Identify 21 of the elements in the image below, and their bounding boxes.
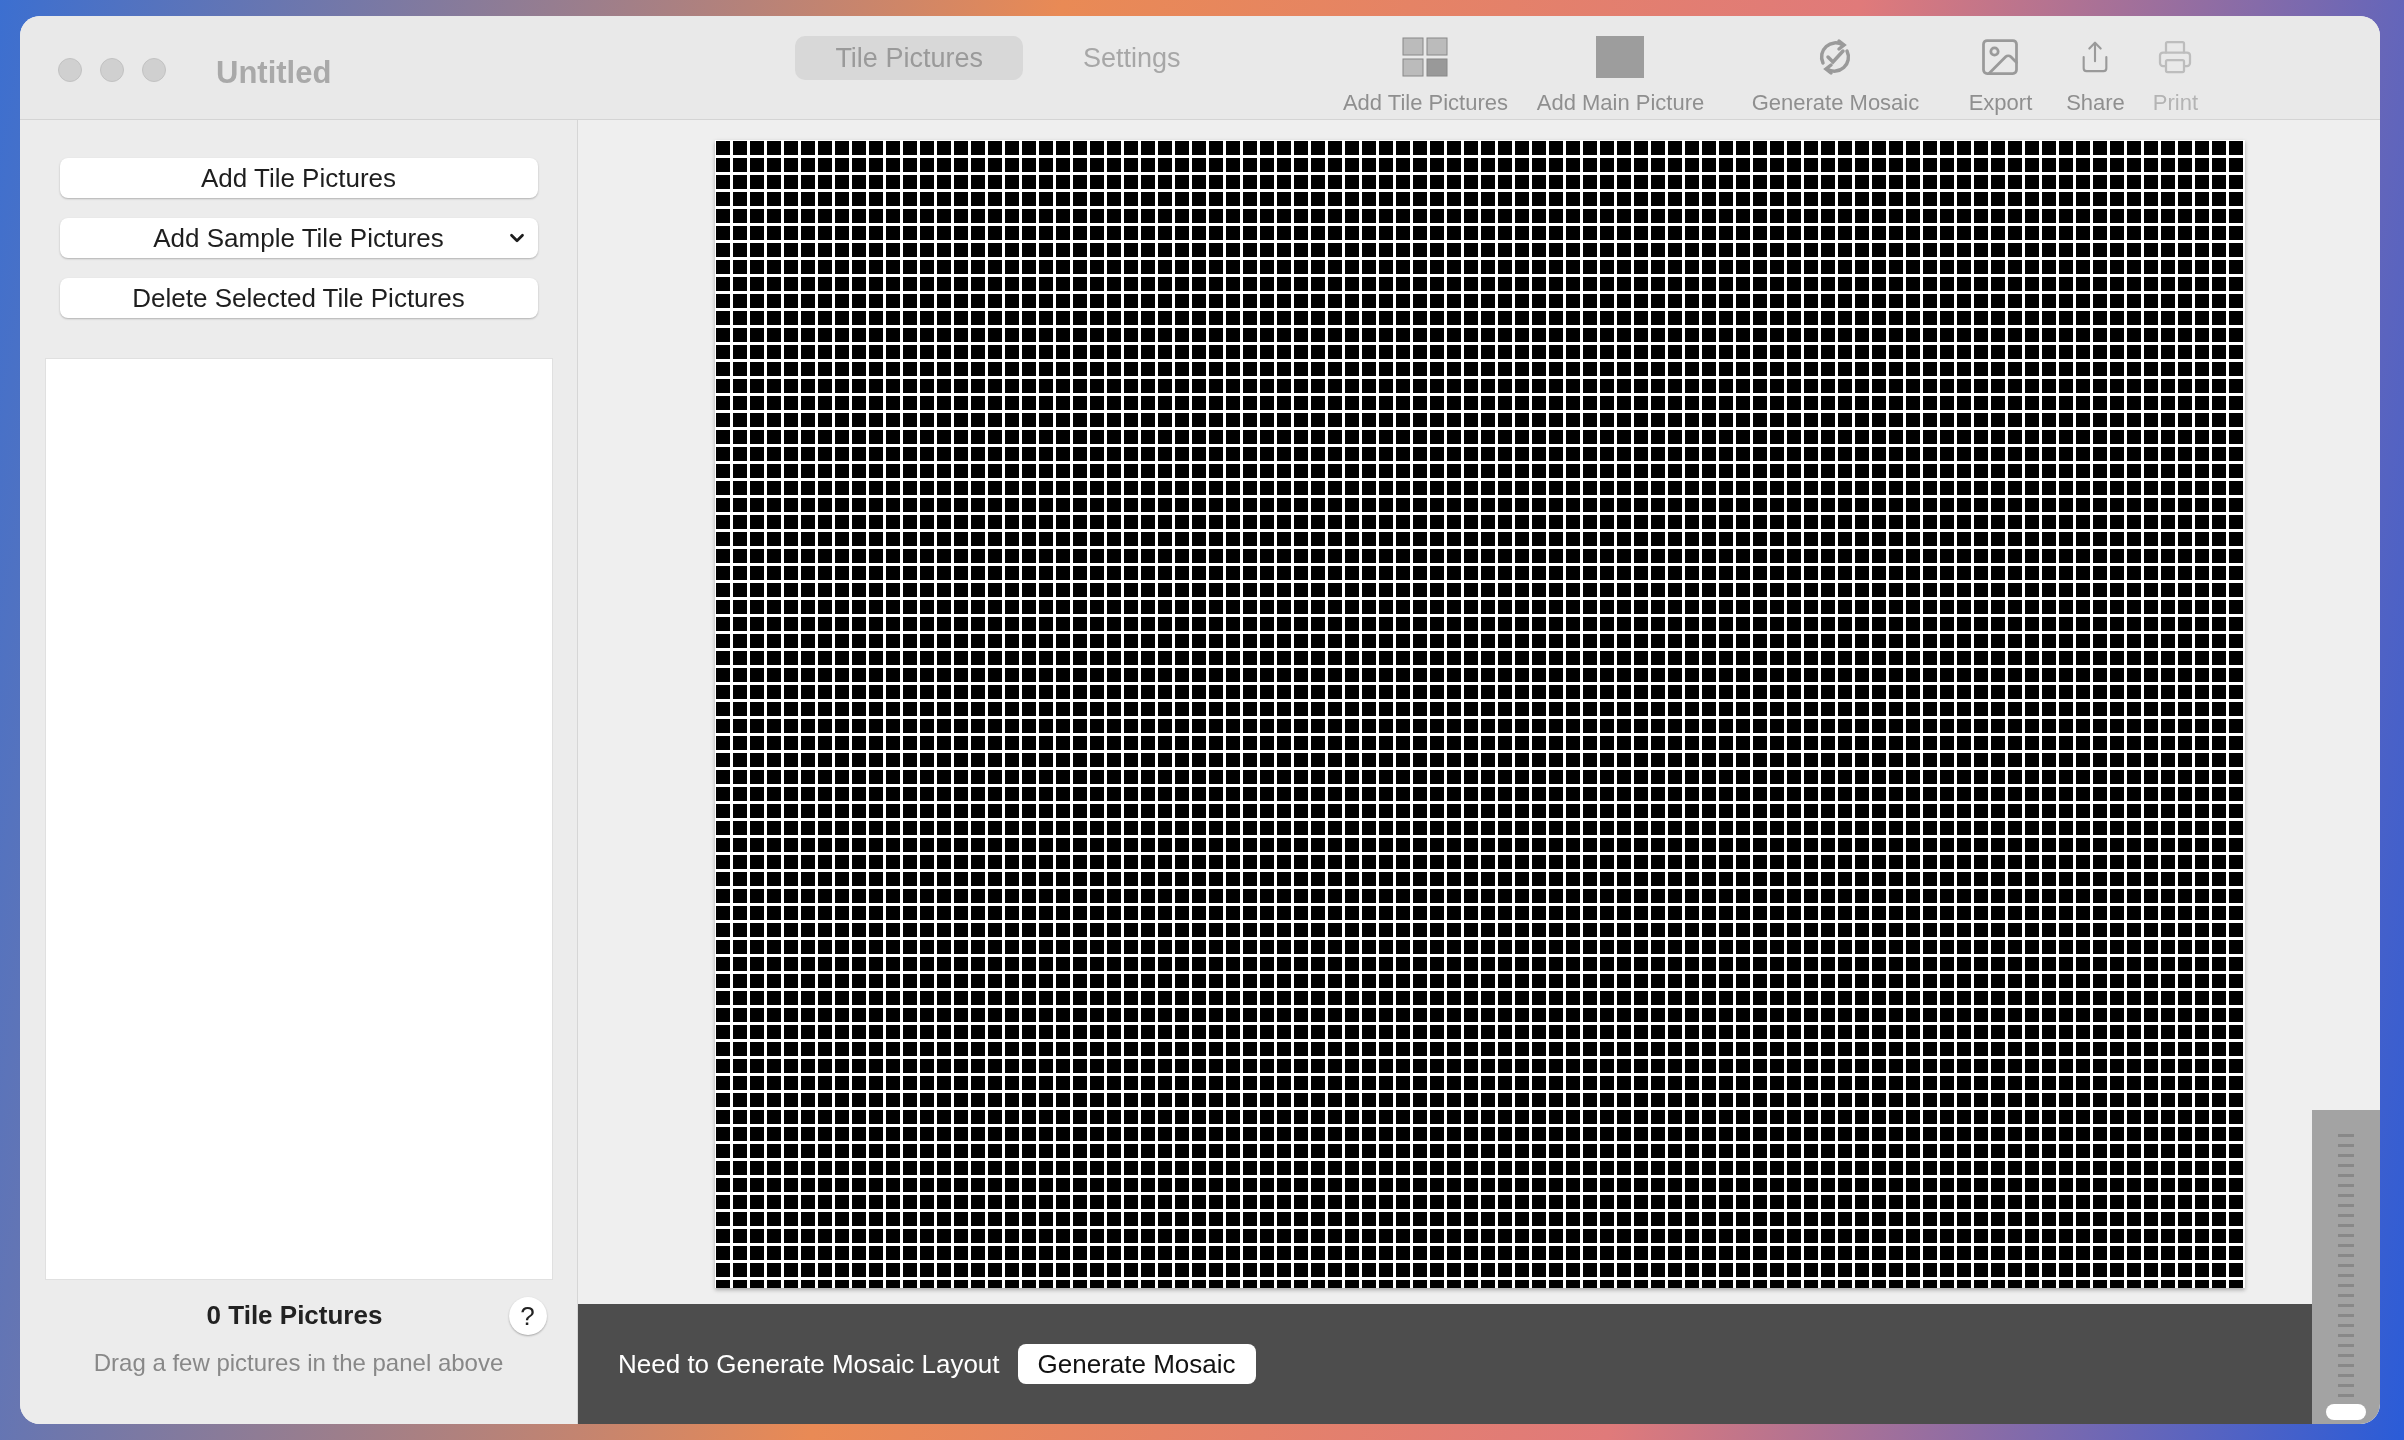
drag-hint: Drag a few pictures in the panel above	[93, 1348, 504, 1378]
printer-icon	[2157, 39, 2194, 75]
tile-grid-icon	[1402, 37, 1449, 77]
toolbar-button[interactable]: Export	[1950, 34, 2051, 119]
toolbar-button[interactable]: Add Main Picture	[1520, 34, 1721, 119]
window-title: Untitled	[216, 54, 332, 92]
toolbar-button[interactable]: Generate Mosaic	[1720, 34, 1951, 119]
sidebar-button[interactable]: Add Tile Pictures	[59, 158, 538, 198]
slider-thumb[interactable]	[2326, 1404, 2366, 1420]
dropdown-button[interactable]: Add Sample Tile Pictures	[59, 218, 538, 258]
picture-thumbnail-icon	[1596, 36, 1645, 78]
tile-count: 0 Tile Pictures	[205, 1299, 384, 1332]
help-button[interactable]: ?	[508, 1296, 547, 1335]
tab[interactable]: Tile Pictures	[795, 36, 1023, 80]
sidebar-button[interactable]: Delete Selected Tile Pictures	[59, 278, 538, 318]
toolbar-button[interactable]: Share	[2050, 34, 2141, 119]
tab[interactable]: Settings	[1042, 36, 1221, 80]
generate-mosaic-button[interactable]: Generate Mosaic	[1017, 1344, 1256, 1384]
zoom-slider[interactable]	[2312, 1110, 2380, 1424]
status-message: Need to Generate Mosaic Layout	[618, 1347, 1000, 1381]
toolbar-button[interactable]: Add Tile Pictures	[1330, 34, 1521, 119]
